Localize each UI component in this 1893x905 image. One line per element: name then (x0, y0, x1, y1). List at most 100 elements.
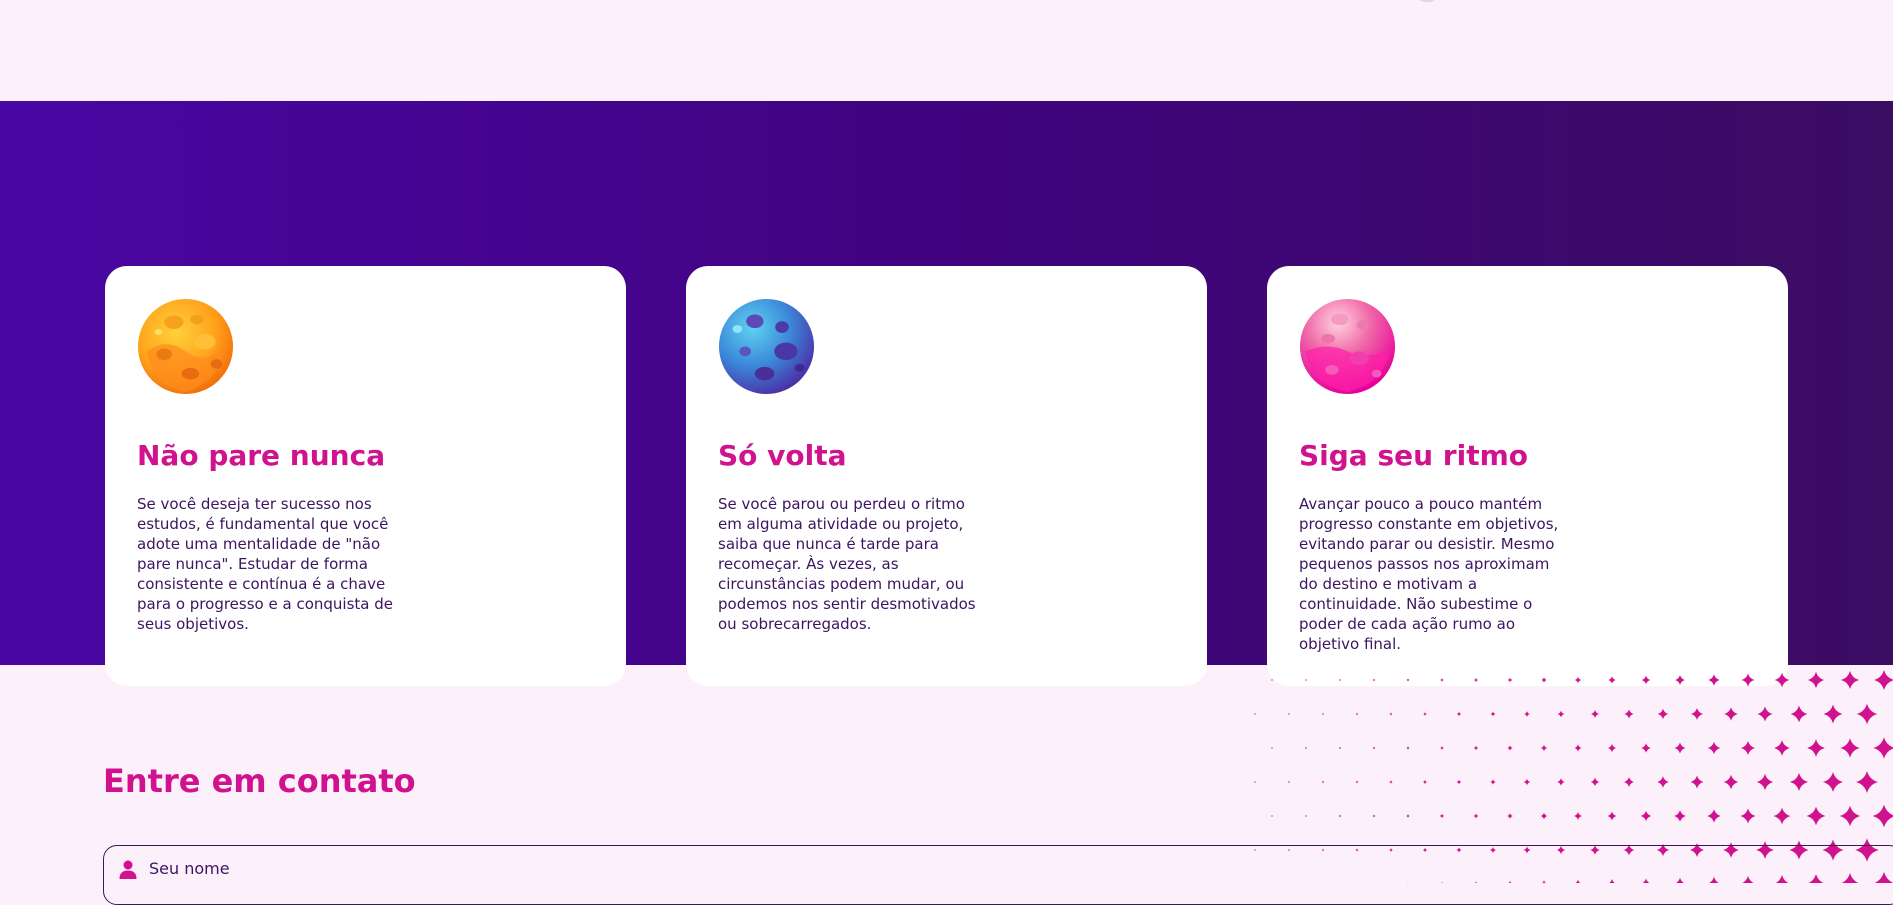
sparkle-icon (1288, 713, 1290, 715)
sparkle-icon (1305, 815, 1307, 817)
sparkle-icon (1373, 679, 1376, 682)
sparkle-icon (1857, 704, 1878, 725)
sparkle-icon (1641, 811, 1651, 821)
sparkle-icon (1508, 678, 1513, 683)
sparkle-icon (1823, 772, 1843, 792)
sparkle-icon (1423, 780, 1427, 784)
sparkle-icon (1507, 813, 1513, 819)
sparkle-icon (1824, 705, 1843, 724)
sparkle-icon (1591, 710, 1599, 718)
sparkle-icon (1288, 781, 1290, 783)
card-title: Não pare nunca (137, 439, 385, 472)
sparkle-icon (1675, 743, 1686, 754)
sparkle-icon (1389, 712, 1392, 715)
sparkle-icon (1708, 674, 1719, 685)
sparkle-icon (1407, 679, 1410, 682)
sparkle-icon (1440, 814, 1444, 818)
sparkle-icon (1339, 679, 1341, 681)
sparkle-icon (1657, 776, 1668, 787)
sparkle-icon (1691, 776, 1704, 789)
sparkle-icon (1373, 815, 1376, 818)
sparkle-icon (1339, 747, 1341, 749)
sparkle-icon (1474, 814, 1479, 819)
sparkle-icon (1507, 745, 1512, 750)
sparkle-icon (1874, 670, 1893, 690)
card-siga-seu-ritmo: Siga seu ritmo Avançar pouco a pouco man… (1267, 266, 1788, 686)
sparkle-icon (1658, 709, 1668, 719)
sparkle-icon (1339, 815, 1342, 818)
sparkle-icon (1440, 678, 1443, 681)
sparkle-icon (1641, 743, 1651, 753)
sparkle-icon (1741, 741, 1755, 755)
sparkle-icon (1474, 746, 1478, 750)
contact-title: Entre em contato (103, 762, 416, 800)
sparkle-icon (1457, 780, 1462, 785)
card-nao-pare-nunca: Não pare nunca Se você deseja ter sucess… (105, 266, 626, 686)
sparkle-icon (1423, 712, 1427, 716)
sparkle-icon (1491, 712, 1496, 717)
sparkle-icon (1524, 711, 1530, 717)
sparkle-icon (1840, 806, 1861, 827)
sparkle-icon (1322, 781, 1324, 783)
blue-planet-icon (718, 298, 815, 395)
sparkle-icon (1724, 775, 1739, 790)
sparkle-icon (1254, 713, 1256, 715)
sparkle-icon (1740, 808, 1755, 823)
sparkle-icon (1254, 781, 1256, 783)
sparkle-icon (1791, 706, 1808, 723)
sparkle-icon (1841, 671, 1859, 689)
sparkle-icon (1389, 780, 1392, 783)
features-band: Não pare nunca Se você deseja ter sucess… (0, 101, 1893, 665)
top-section (0, 0, 1893, 101)
sparkle-icon (1406, 814, 1410, 818)
sparkle-icon (1674, 810, 1686, 822)
sparkle-icon (1774, 740, 1790, 756)
sparkle-icon (1541, 745, 1547, 751)
card-text: Se você parou ou perdeu o ritmo em algum… (718, 494, 990, 634)
orange-planet-icon (137, 298, 234, 395)
card-so-volta: Só volta Se você parou ou perdeu o ritmo… (686, 266, 1207, 686)
sparkle-icon (1440, 746, 1444, 750)
name-field[interactable]: Seu nome (103, 845, 1893, 905)
sparkle-icon (1807, 739, 1824, 756)
sparkle-icon (1856, 771, 1878, 793)
sparkle-icon (1775, 673, 1790, 688)
card-title: Só volta (718, 439, 847, 472)
sparkle-icon (1624, 777, 1634, 787)
sparkle-icon (1490, 779, 1496, 785)
sparkle-icon (1457, 712, 1461, 716)
sparkle-icon (1790, 773, 1808, 791)
card-title: Siga seu ritmo (1299, 439, 1528, 472)
sparkle-icon (1707, 809, 1720, 822)
sparkle-icon (1356, 713, 1359, 716)
sparkle-icon (1558, 711, 1565, 718)
sparkle-icon (1322, 713, 1324, 715)
decorative-shape (1416, 0, 1438, 2)
card-text: Avançar pouco a pouco mantém progresso c… (1299, 494, 1571, 654)
sparkle-icon (1406, 746, 1409, 749)
sparkle-icon (1574, 812, 1582, 820)
sparkle-icon (1757, 774, 1773, 790)
name-placeholder: Seu nome (149, 859, 230, 878)
sparkle-icon (1757, 706, 1772, 721)
sparkle-icon (1557, 778, 1565, 786)
pink-planet-icon (1299, 298, 1396, 395)
sparkle-icon (1474, 678, 1478, 682)
person-icon (118, 859, 138, 879)
sparkle-icon (1808, 672, 1824, 688)
sparkle-icon (1591, 778, 1600, 787)
sparkle-icon (1608, 744, 1616, 752)
sparkle-icon (1271, 747, 1273, 749)
sparkle-icon (1373, 747, 1376, 750)
sparkle-icon (1691, 708, 1703, 720)
sparkle-icon (1305, 679, 1307, 681)
sparkle-icon (1271, 815, 1273, 817)
sparkle-icon (1574, 744, 1581, 751)
sparkle-icon (1873, 805, 1893, 828)
sparkle-icon (1724, 707, 1737, 720)
sparkle-icon (1807, 807, 1826, 826)
sparkle-icon (1305, 747, 1307, 749)
sparkle-icon (1608, 676, 1616, 684)
sparkle-icon (1356, 781, 1359, 784)
sparkle-icon (1675, 675, 1685, 685)
